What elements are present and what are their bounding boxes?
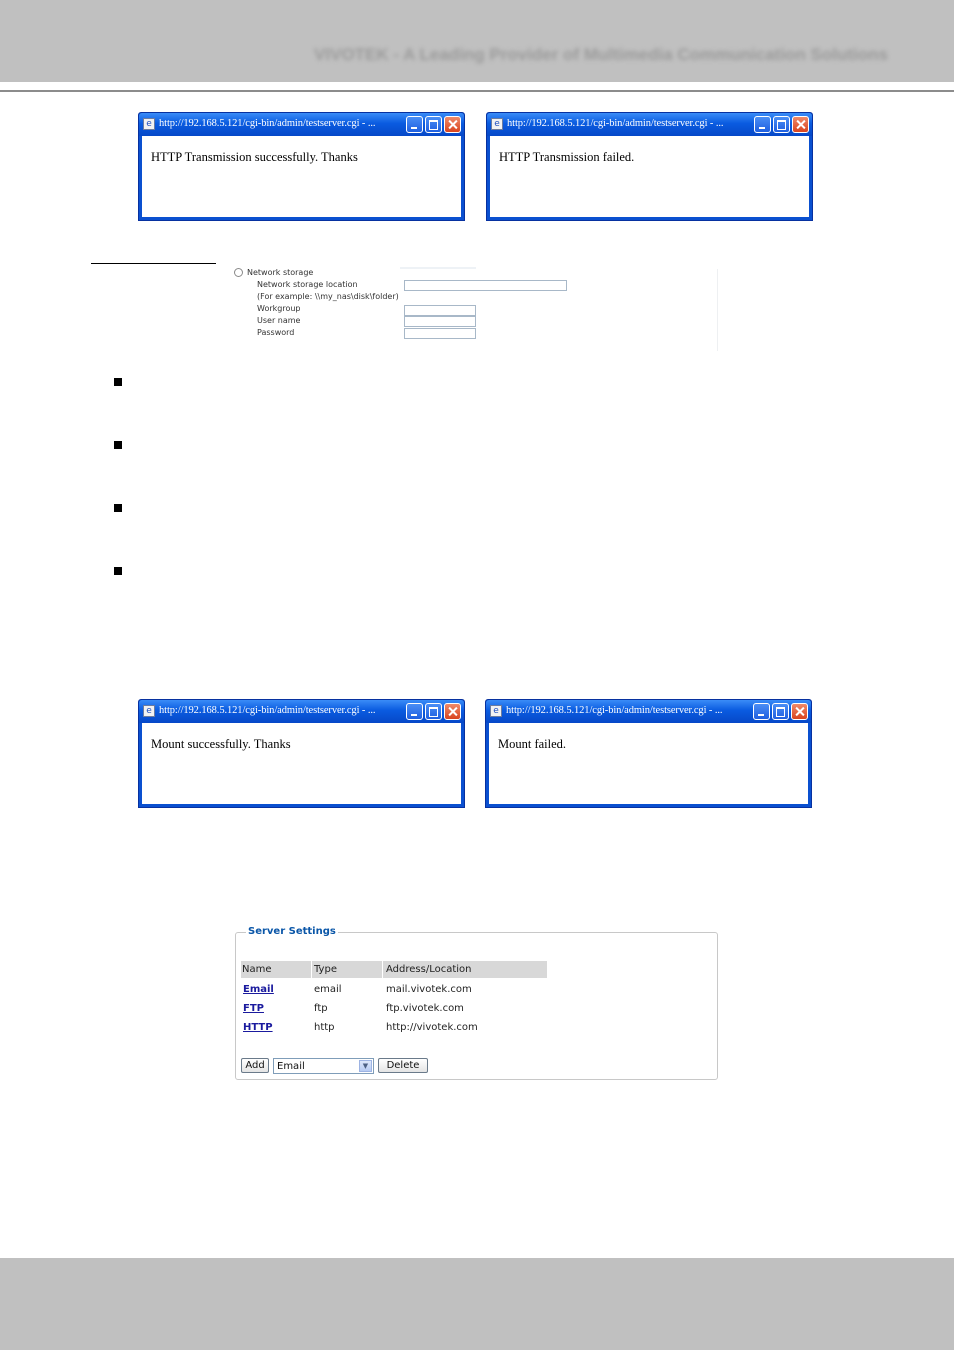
username-label: User name — [257, 316, 301, 325]
popup-titlebar[interactable]: e http://192.168.5.121/cgi-bin/admin/tes… — [139, 113, 464, 136]
column-header-address: Address/Location — [386, 964, 472, 975]
popup-title: http://192.168.5.121/cgi-bin/admin/tests… — [507, 118, 724, 129]
section-rule — [91, 263, 216, 264]
close-button[interactable] — [444, 703, 461, 720]
server-settings-legend: Server Settings — [246, 926, 338, 937]
server-type-select-value: Email — [277, 1061, 305, 1072]
server-link-ftp[interactable]: FTP — [243, 1003, 264, 1014]
header-title: VIVOTEK - A Leading Provider of Multimed… — [314, 45, 888, 64]
page-header: VIVOTEK - A Leading Provider of Multimed… — [0, 0, 954, 82]
network-storage-radio[interactable] — [234, 268, 243, 277]
password-input[interactable] — [404, 328, 476, 339]
username-input[interactable] — [404, 316, 476, 327]
ie-page-icon: e — [490, 705, 502, 717]
popup-mount-success: e http://192.168.5.121/cgi-bin/admin/tes… — [138, 699, 465, 808]
popup-titlebar[interactable]: e http://192.168.5.121/cgi-bin/admin/tes… — [486, 700, 811, 723]
popup-title: http://192.168.5.121/cgi-bin/admin/tests… — [159, 118, 376, 129]
storage-example-label: (For example: \\my_nas\disk\folder) — [257, 292, 399, 301]
close-button[interactable] — [792, 116, 809, 133]
minimize-button[interactable] — [406, 703, 423, 720]
server-address: ftp.vivotek.com — [386, 1003, 464, 1014]
header-divider — [0, 90, 954, 92]
popup-message: Mount successfully. Thanks — [151, 737, 291, 751]
ie-page-icon: e — [143, 118, 155, 130]
popup-http-success: e http://192.168.5.121/cgi-bin/admin/tes… — [138, 112, 465, 221]
workgroup-input[interactable] — [404, 305, 476, 316]
popup-message: HTTP Transmission failed. — [499, 150, 635, 164]
server-link-email[interactable]: Email — [243, 984, 274, 995]
ie-page-icon: e — [491, 118, 503, 130]
workgroup-label: Workgroup — [257, 304, 301, 313]
bullet-marker — [114, 378, 122, 386]
popup-message: Mount failed. — [498, 737, 567, 751]
chevron-down-icon[interactable]: ▼ — [359, 1060, 372, 1072]
maximize-button[interactable] — [773, 116, 790, 133]
server-type-select[interactable]: Email ▼ — [273, 1058, 374, 1074]
bullet-marker — [114, 567, 122, 575]
popup-title: http://192.168.5.121/cgi-bin/admin/tests… — [506, 705, 723, 716]
server-type: http — [314, 1022, 335, 1033]
close-button[interactable] — [444, 116, 461, 133]
page-footer — [0, 1258, 954, 1350]
server-address: http://vivotek.com — [386, 1022, 478, 1033]
popup-title: http://192.168.5.121/cgi-bin/admin/tests… — [159, 705, 376, 716]
popup-mount-failed: e http://192.168.5.121/cgi-bin/admin/tes… — [485, 699, 812, 808]
minimize-button[interactable] — [754, 116, 771, 133]
maximize-button[interactable] — [425, 703, 442, 720]
minimize-button[interactable] — [753, 703, 770, 720]
add-button[interactable]: Add — [241, 1058, 269, 1073]
popup-content: Mount failed. — [489, 723, 808, 804]
bullet-marker — [114, 504, 122, 512]
ie-page-icon: e — [143, 705, 155, 717]
column-header-type: Type — [314, 964, 337, 975]
network-storage-form: Network storage Network storage location… — [228, 264, 720, 352]
server-type: ftp — [314, 1003, 328, 1014]
popup-titlebar[interactable]: e http://192.168.5.121/cgi-bin/admin/tes… — [487, 113, 812, 136]
server-type: email — [314, 984, 342, 995]
popup-message: HTTP Transmission successfully. Thanks — [151, 150, 358, 164]
delete-button[interactable]: Delete — [378, 1058, 428, 1073]
minimize-button[interactable] — [406, 116, 423, 133]
bullet-marker — [114, 441, 122, 449]
popup-content: HTTP Transmission failed. — [490, 136, 809, 217]
close-button[interactable] — [791, 703, 808, 720]
popup-content: HTTP Transmission successfully. Thanks — [142, 136, 461, 217]
server-link-http[interactable]: HTTP — [243, 1022, 273, 1033]
popup-titlebar[interactable]: e http://192.168.5.121/cgi-bin/admin/tes… — [139, 700, 464, 723]
storage-location-label: Network storage location — [257, 280, 358, 289]
maximize-button[interactable] — [772, 703, 789, 720]
maximize-button[interactable] — [425, 116, 442, 133]
password-label: Password — [257, 328, 295, 337]
column-header-name: Name — [242, 964, 272, 975]
popup-content: Mount successfully. Thanks — [142, 723, 461, 804]
network-storage-label: Network storage — [247, 268, 314, 277]
server-address: mail.vivotek.com — [386, 984, 472, 995]
popup-http-failed: e http://192.168.5.121/cgi-bin/admin/tes… — [486, 112, 813, 221]
storage-location-input[interactable] — [404, 280, 567, 291]
